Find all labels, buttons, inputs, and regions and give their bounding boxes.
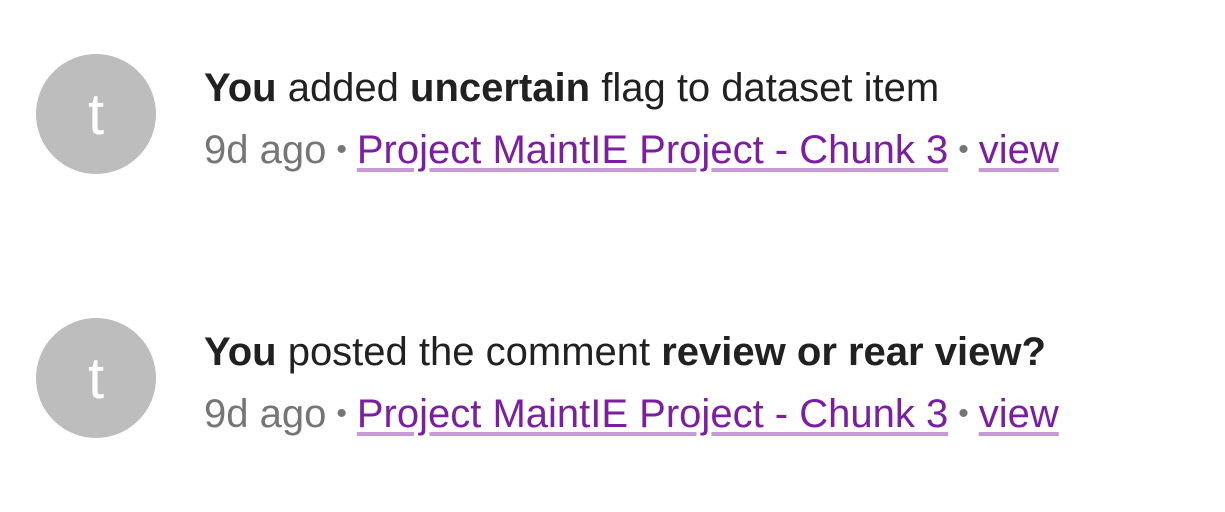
avatar[interactable]: t [36,318,156,438]
activity-headline: You posted the comment review or rear vi… [204,326,1059,378]
separator-dot: • [336,397,347,430]
separator-dot: • [336,133,347,166]
activity-item: t You posted the comment review or rear … [36,318,1059,440]
activity-time: 9d ago [204,128,327,172]
activity-meta: 9d ago • Project MaintIE Project - Chunk 3… [204,124,1059,176]
project-link[interactable]: Project MaintIE Project - Chunk 3 [357,392,948,436]
view-link[interactable]: view [979,392,1059,436]
activity-actor: You [204,330,277,374]
activity-target: review or rear view? [661,330,1046,374]
activity-meta: 9d ago • Project MaintIE Project - Chunk 3… [204,388,1059,440]
separator-dot: • [958,133,969,166]
activity-content: You posted the comment review or rear vi… [204,318,1059,440]
activity-action-text: added [276,66,411,110]
activity-item: t You added uncertain flag to dataset it… [36,54,1059,176]
activity-target: uncertain [410,66,591,110]
view-link[interactable]: view [979,128,1059,172]
project-link[interactable]: Project MaintIE Project - Chunk 3 [357,128,948,172]
avatar[interactable]: t [36,54,156,174]
activity-actor: You [204,66,277,110]
activity-action-suffix: flag to dataset item [590,66,940,110]
activity-time: 9d ago [204,392,327,436]
activity-content: You added uncertain flag to dataset item… [204,54,1059,176]
activity-action-text: posted the comment [276,330,662,374]
activity-headline: You added uncertain flag to dataset item [204,62,1059,114]
separator-dot: • [958,397,969,430]
